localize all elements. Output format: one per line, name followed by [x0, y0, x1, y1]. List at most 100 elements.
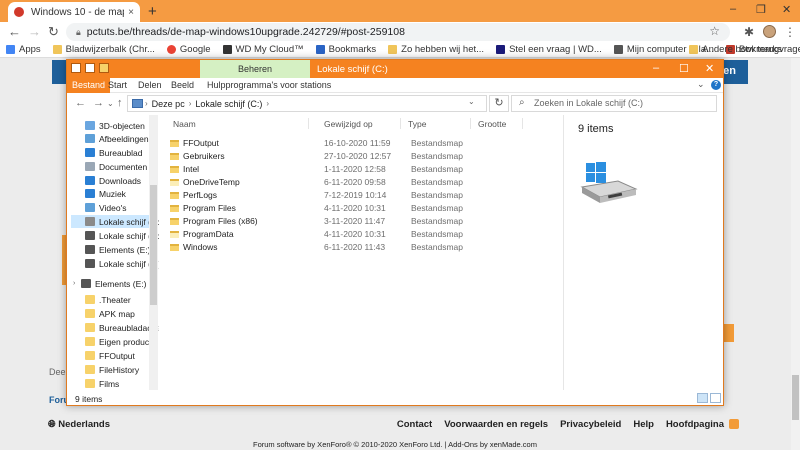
folder-icon [170, 204, 179, 212]
menu-dots-icon[interactable]: ⋮ [784, 25, 796, 39]
bookmark-item[interactable]: Bladwijzerbalk (Chr... [52, 44, 155, 55]
column-divider[interactable] [308, 118, 309, 129]
folder-icon [85, 351, 95, 360]
nav-item-folder[interactable]: Eigen productie [85, 335, 158, 348]
browser-tab[interactable]: Windows 10 - de map "Windows × [8, 2, 140, 22]
column-divider[interactable] [400, 118, 401, 129]
file-row[interactable]: Windows 6-11-2020 11:43 Bestandsmap [170, 241, 550, 253]
explorer-minimize-button[interactable]: – [653, 62, 659, 74]
back-arrow-icon[interactable]: ← [8, 24, 21, 39]
column-header-modified[interactable]: Gewijzigd op [324, 119, 373, 129]
nav-item-folder[interactable]: APK map [85, 307, 135, 320]
bookmark-item[interactable]: Zo hebben wij het... [388, 44, 484, 55]
file-row[interactable]: Gebruikers 27-10-2020 12:57 Bestandsmap [170, 150, 550, 162]
bookmark-item[interactable]: WD My Cloud™ [222, 44, 304, 55]
recent-locations-chevron-icon[interactable]: ⌄ [107, 99, 114, 108]
nav-item-folder[interactable]: .Theater [85, 293, 131, 306]
other-bookmarks[interactable]: Andere bookmarks [689, 44, 782, 55]
nav-item-folder[interactable]: FFOutput [85, 349, 135, 362]
nav-item-pictures[interactable]: Afbeeldingen [85, 132, 149, 145]
forum-button-edge[interactable] [724, 324, 734, 342]
close-button[interactable]: ✕ [782, 3, 791, 16]
language-selector[interactable]: 🌐︎ Nederlands [48, 419, 110, 430]
nav-item-folder[interactable]: Films [85, 377, 119, 390]
explorer-titlebar[interactable]: Beheren Lokale schijf (C:) – ☐ ✕ [67, 60, 723, 78]
address-dropdown-chevron-icon[interactable]: ⌄ [468, 97, 475, 106]
help-icon[interactable]: ? [711, 80, 721, 90]
ribbon-tab-beeld[interactable]: Beeld [166, 78, 199, 93]
footer-link-privacy[interactable]: Privacybeleid [560, 419, 621, 430]
column-divider[interactable] [522, 118, 523, 129]
minimize-button[interactable]: – [730, 3, 736, 15]
footer-link-home[interactable]: Hoofdpagina [666, 419, 724, 430]
column-header-name[interactable]: Naam [173, 119, 196, 129]
up-one-level-icon[interactable]: ↑ [117, 97, 123, 109]
reload-icon[interactable]: ↻ [48, 24, 59, 40]
bookmark-star-icon[interactable]: ☆ [709, 24, 720, 38]
explorer-address-bar[interactable]: › Deze pc › Lokale schijf (C:) › [127, 95, 487, 112]
explorer-close-button[interactable]: ✕ [705, 62, 714, 75]
nav-item-desktop[interactable]: Bureaublad [85, 146, 142, 159]
explorer-search-input[interactable]: Zoeken in Lokale schijf (C:) [511, 95, 717, 112]
explorer-forward-icon[interactable]: → [93, 97, 104, 109]
folder-icon [85, 295, 95, 304]
footer-link-help[interactable]: Help [633, 419, 654, 430]
restore-button[interactable]: ❐ [756, 3, 766, 16]
file-row[interactable]: ProgramData 4-11-2020 10:31 Bestandsmap [170, 228, 550, 240]
column-divider[interactable] [470, 118, 471, 129]
nav-item-local-disk-d[interactable]: Lokale schijf (D:) [85, 229, 159, 242]
page-scrollbar-thumb[interactable] [792, 375, 799, 420]
nav-item-local-disk-f[interactable]: Lokale schijf (F:) [85, 257, 159, 270]
ribbon-tab-start[interactable]: Start [103, 78, 132, 93]
file-row[interactable]: PerfLogs 7-12-2019 10:14 Bestandsmap [170, 189, 550, 201]
file-row[interactable]: FFOutput 16-10-2020 11:59 Bestandsmap [170, 137, 550, 149]
bookmark-item[interactable]: Bookmarks [315, 44, 376, 55]
explorer-maximize-button[interactable]: ☐ [679, 62, 689, 75]
nav-item-folder[interactable]: Bureaubladachte [85, 321, 159, 334]
bookmark-item[interactable]: Google [166, 44, 211, 55]
nav-item-3d-objects[interactable]: 3D-objecten [85, 119, 145, 132]
nav-item-elements-e[interactable]: Elements (E:) [85, 243, 151, 256]
rss-icon[interactable] [729, 419, 739, 429]
ribbon-context-tab[interactable]: Beheren [200, 60, 310, 78]
ribbon-tab-drive-tools[interactable]: Hulpprogramma's voor stations [202, 78, 336, 93]
breadcrumb-this-pc[interactable]: Deze pc [152, 99, 185, 109]
page-text-fragment: Dee [49, 367, 66, 377]
file-row[interactable]: Intel 1-11-2020 12:58 Bestandsmap [170, 163, 550, 175]
large-icons-view-icon[interactable] [710, 393, 721, 403]
properties-icon[interactable] [85, 63, 95, 73]
nav-item-local-disk-c[interactable]: Lokale schijf (C:) [71, 215, 159, 228]
file-row[interactable]: Program Files (x86) 3-11-2020 11:47 Bestan… [170, 215, 550, 227]
details-view-icon[interactable] [697, 393, 708, 403]
file-row[interactable]: Program Files 4-11-2020 10:31 Bestandsmap [170, 202, 550, 214]
forward-arrow-icon[interactable]: → [28, 24, 41, 39]
profile-avatar[interactable] [763, 25, 776, 38]
extensions-puzzle-icon[interactable]: ✱ [744, 25, 754, 39]
address-bar[interactable]: 🔒︎ pctuts.be/threads/de-map-windows10upg… [66, 23, 730, 41]
footer-link-terms[interactable]: Voorwaarden en regels [444, 419, 548, 430]
nav-item-downloads[interactable]: Downloads [85, 174, 141, 187]
nav-item-videos[interactable]: Video's [85, 201, 126, 214]
file-row[interactable]: OneDriveTemp 6-11-2020 09:58 Bestandsmap [170, 176, 550, 188]
navigation-pane-scrollbar-thumb[interactable] [150, 185, 157, 305]
expand-chevron-icon[interactable]: › [73, 280, 75, 287]
explorer-back-icon[interactable]: ← [75, 97, 86, 109]
breadcrumb-local-disk[interactable]: Lokale schijf (C:) [195, 99, 262, 109]
ribbon-expand-chevron-icon[interactable]: ⌄ [697, 79, 705, 90]
nav-item-documents[interactable]: Documenten [85, 160, 147, 173]
bookmark-item[interactable]: Apps [6, 44, 41, 55]
ribbon-tab-delen[interactable]: Delen [133, 78, 167, 93]
site-favicon-icon [14, 7, 24, 17]
chevron-right-icon: › [188, 99, 192, 108]
column-header-type[interactable]: Type [408, 119, 426, 129]
bookmark-item[interactable]: Stel een vraag | WD... [496, 44, 602, 55]
column-header-size[interactable]: Grootte [478, 119, 506, 129]
nav-item-elements-e-root[interactable]: Elements (E:) [81, 277, 147, 290]
nav-item-music[interactable]: Muziek [85, 187, 126, 200]
footer-link-contact[interactable]: Contact [397, 419, 432, 430]
refresh-icon[interactable]: ↻ [489, 95, 509, 112]
new-folder-icon[interactable] [99, 63, 109, 73]
nav-item-folder[interactable]: FileHistory [85, 363, 139, 376]
new-tab-button[interactable]: + [148, 3, 157, 20]
tab-close-icon[interactable]: × [128, 7, 134, 18]
